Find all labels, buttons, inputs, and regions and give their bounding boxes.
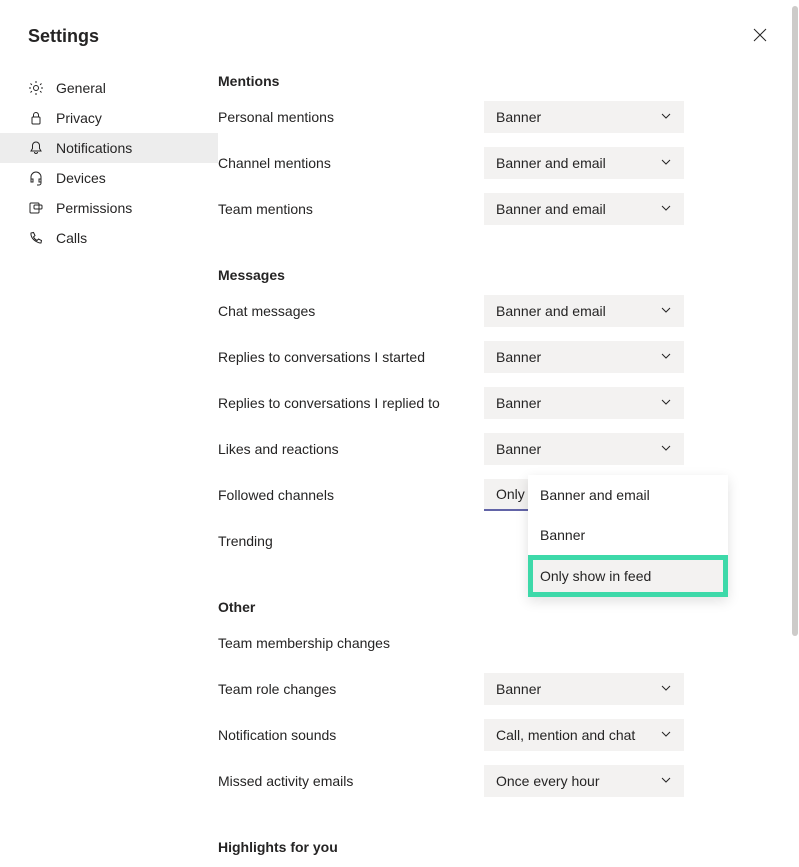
- page-title: Settings: [28, 26, 99, 47]
- setting-label: Followed channels: [218, 487, 468, 503]
- replies-started-dropdown[interactable]: Banner: [484, 341, 684, 373]
- setting-label: Replies to conversations I started: [218, 349, 468, 365]
- setting-row: Chat messages Banner and email: [218, 295, 771, 327]
- dropdown-option[interactable]: Banner and email: [528, 475, 728, 515]
- dropdown-value: Banner: [496, 109, 541, 125]
- setting-label: Team membership changes: [218, 635, 468, 651]
- dropdown-value: Banner and email: [496, 303, 606, 319]
- sidebar-item-notifications[interactable]: Notifications: [0, 133, 218, 163]
- dropdown-value: Call, mention and chat: [496, 727, 635, 743]
- setting-label: Likes and reactions: [218, 441, 468, 457]
- setting-label: Chat messages: [218, 303, 468, 319]
- personal-mentions-dropdown[interactable]: Banner: [484, 101, 684, 133]
- dropdown-option[interactable]: Banner: [528, 515, 728, 555]
- chevron-down-icon: [660, 155, 672, 171]
- settings-main: Mentions Personal mentions Banner Channe…: [218, 57, 799, 867]
- chevron-down-icon: [660, 441, 672, 457]
- chevron-down-icon: [660, 349, 672, 365]
- chevron-down-icon: [660, 303, 672, 319]
- close-icon: [753, 28, 767, 45]
- channel-mentions-dropdown[interactable]: Banner and email: [484, 147, 684, 179]
- setting-row: Likes and reactions Banner: [218, 433, 771, 465]
- setting-row: Personal mentions Banner: [218, 101, 771, 133]
- sidebar-item-label: Privacy: [56, 110, 102, 126]
- setting-row: Team role changes Banner: [218, 673, 771, 705]
- gear-icon: [28, 80, 44, 96]
- chevron-down-icon: [660, 395, 672, 411]
- setting-row: Channel mentions Banner and email: [218, 147, 771, 179]
- setting-label: Personal mentions: [218, 109, 468, 125]
- chevron-down-icon: [660, 201, 672, 217]
- setting-label: Team role changes: [218, 681, 468, 697]
- lock-icon: [28, 110, 44, 126]
- setting-label: Replies to conversations I replied to: [218, 395, 468, 411]
- dropdown-value: Once every hour: [496, 773, 600, 789]
- scrollbar[interactable]: [792, 6, 798, 636]
- dropdown-value: Banner: [496, 395, 541, 411]
- sidebar-item-privacy[interactable]: Privacy: [0, 103, 218, 133]
- chevron-down-icon: [660, 681, 672, 697]
- setting-label: Channel mentions: [218, 155, 468, 171]
- dropdown-value: Banner: [496, 681, 541, 697]
- sidebar-item-permissions[interactable]: Permissions: [0, 193, 218, 223]
- sidebar-item-label: General: [56, 80, 106, 96]
- setting-row: Missed activity emails Once every hour: [218, 765, 771, 797]
- dropdown-value: Banner and email: [496, 155, 606, 171]
- setting-row: Replies to conversations I replied to Ba…: [218, 387, 771, 419]
- followed-channels-dropdown-menu: Banner and email Banner Only show in fee…: [528, 475, 728, 597]
- sidebar-item-label: Permissions: [56, 200, 132, 216]
- sidebar-item-general[interactable]: General: [0, 73, 218, 103]
- chevron-down-icon: [660, 109, 672, 125]
- sidebar-item-label: Calls: [56, 230, 87, 246]
- setting-label: Notification sounds: [218, 727, 468, 743]
- setting-row: Notification sounds Call, mention and ch…: [218, 719, 771, 751]
- bell-icon: [28, 140, 44, 156]
- team-role-changes-dropdown[interactable]: Banner: [484, 673, 684, 705]
- section-title-mentions: Mentions: [218, 73, 771, 89]
- notification-sounds-dropdown[interactable]: Call, mention and chat: [484, 719, 684, 751]
- phone-icon: [28, 230, 44, 246]
- dropdown-value: Banner and email: [496, 201, 606, 217]
- key-icon: [28, 200, 44, 216]
- setting-row: Team membership changes: [218, 627, 771, 659]
- close-button[interactable]: [749, 24, 771, 49]
- dropdown-value: Banner: [496, 441, 541, 457]
- setting-label: Trending: [218, 533, 468, 549]
- sidebar-item-calls[interactable]: Calls: [0, 223, 218, 253]
- section-title-other: Other: [218, 599, 771, 615]
- team-mentions-dropdown[interactable]: Banner and email: [484, 193, 684, 225]
- sidebar-item-devices[interactable]: Devices: [0, 163, 218, 193]
- setting-row: Replies to conversations I started Banne…: [218, 341, 771, 373]
- setting-row: Team mentions Banner and email: [218, 193, 771, 225]
- chevron-down-icon: [660, 727, 672, 743]
- settings-header: Settings: [0, 0, 799, 57]
- chevron-down-icon: [660, 773, 672, 789]
- headset-icon: [28, 170, 44, 186]
- dropdown-value: Banner: [496, 349, 541, 365]
- section-title-highlights: Highlights for you: [218, 839, 771, 855]
- sidebar-item-label: Devices: [56, 170, 106, 186]
- replies-replied-dropdown[interactable]: Banner: [484, 387, 684, 419]
- chat-messages-dropdown[interactable]: Banner and email: [484, 295, 684, 327]
- dropdown-option-selected[interactable]: Only show in feed: [528, 555, 728, 597]
- section-title-messages: Messages: [218, 267, 771, 283]
- setting-label: Team mentions: [218, 201, 468, 217]
- setting-label: Missed activity emails: [218, 773, 468, 789]
- sidebar-item-label: Notifications: [56, 140, 132, 156]
- missed-activity-emails-dropdown[interactable]: Once every hour: [484, 765, 684, 797]
- likes-reactions-dropdown[interactable]: Banner: [484, 433, 684, 465]
- settings-sidebar: General Privacy Notifications Devices Pe…: [0, 57, 218, 867]
